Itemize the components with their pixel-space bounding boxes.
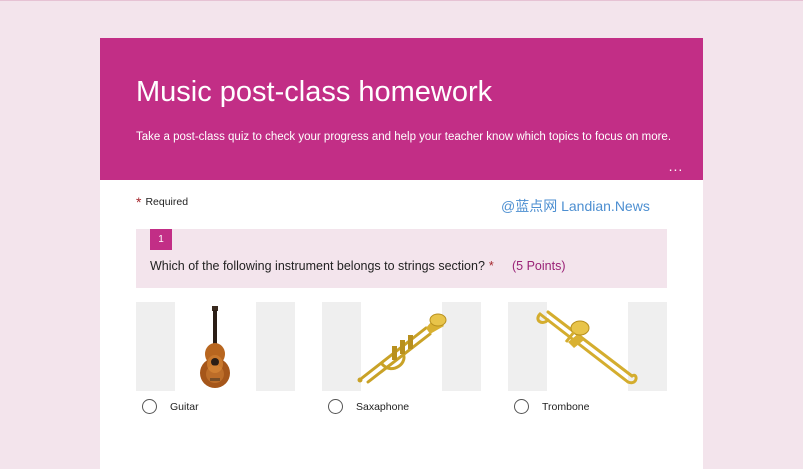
watermark: @蓝点网 Landian.News — [501, 198, 650, 214]
option-label: Trombone — [542, 401, 590, 413]
required-note: * Required — [136, 194, 188, 210]
option-image[interactable] — [136, 302, 295, 391]
saxaphone-radio[interactable] — [328, 399, 343, 414]
trumpet-icon — [357, 313, 447, 384]
required-label: Required — [145, 196, 189, 208]
form-header-banner: Music post-class homework Take a post-cl… — [100, 38, 703, 180]
form-subtitle: Take a post-class quiz to check your pro… — [136, 131, 672, 143]
more-options-icon[interactable]: ... — [666, 156, 686, 176]
question-header: 1 Which of the following instrument belo… — [136, 229, 667, 288]
required-star: * — [136, 194, 142, 210]
trombone-icon — [536, 310, 638, 385]
question-number: 1 — [150, 229, 172, 250]
form-title: Music post-class homework — [136, 76, 493, 108]
guitar-radio[interactable] — [142, 399, 157, 414]
question-text: Which of the following instrument belong… — [150, 259, 485, 273]
option-label: Saxaphone — [356, 401, 410, 413]
option-saxaphone[interactable]: Saxaphone — [322, 302, 481, 414]
guitar-icon — [200, 306, 230, 388]
option-label: Guitar — [170, 401, 199, 413]
option-image[interactable] — [322, 302, 481, 391]
trombone-radio[interactable] — [514, 399, 529, 414]
question-required-star: * — [488, 259, 494, 273]
option-image[interactable] — [508, 302, 667, 391]
option-trombone[interactable]: Trombone — [508, 302, 667, 414]
question-text-line: Which of the following instrument belong… — [150, 259, 494, 273]
form-card: Music post-class homework Take a post-cl… — [100, 38, 703, 469]
question-points: (5 Points) — [512, 259, 566, 273]
option-guitar[interactable]: Guitar — [136, 302, 295, 414]
